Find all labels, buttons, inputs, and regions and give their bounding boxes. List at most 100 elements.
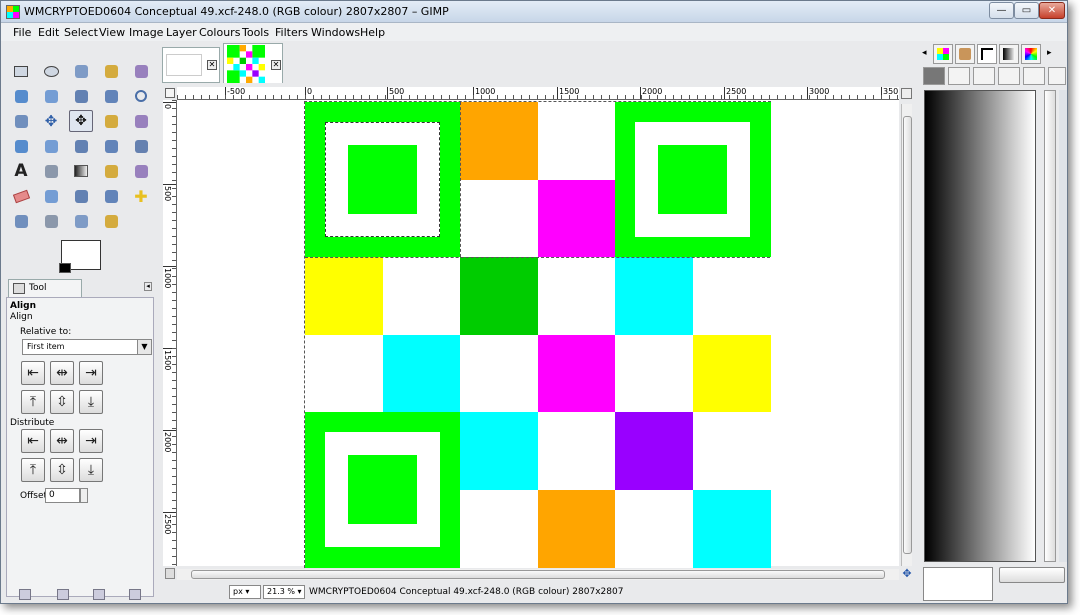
align-top-button[interactable]: ⤒ <box>21 390 45 414</box>
close-tab-icon[interactable]: ✕ <box>271 60 281 70</box>
tool-smudge[interactable] <box>69 210 93 232</box>
tool-rect-select[interactable] <box>9 60 33 82</box>
navigate-icon[interactable]: ✥ <box>901 568 913 580</box>
tab-tool-options[interactable]: Tool Options <box>8 279 82 309</box>
offset-input[interactable]: 0 <box>45 488 80 503</box>
tool-zoom[interactable] <box>129 85 153 107</box>
tool-fuzzy-select[interactable] <box>99 60 123 82</box>
tab-patterns[interactable] <box>933 44 953 64</box>
align-hcenter-button[interactable]: ⇹ <box>50 361 74 385</box>
tab-paths[interactable] <box>973 67 995 85</box>
menu-view[interactable]: View <box>99 26 125 39</box>
tool-foreground-select[interactable] <box>39 85 63 107</box>
tab-palettes[interactable] <box>1021 44 1041 64</box>
horizontal-ruler[interactable]: -500 0 500 1000 1500 2000 2500 3000 350 <box>177 87 899 100</box>
gradient-list-scrollbar[interactable] <box>1044 90 1056 562</box>
align-left-button[interactable]: ⇤ <box>21 361 45 385</box>
distribute-hcenter-button[interactable]: ⇹ <box>50 429 74 453</box>
horizontal-scrollbar[interactable] <box>177 569 899 580</box>
maximize-button[interactable]: ▭ <box>1014 2 1039 19</box>
tab-gradients-active[interactable] <box>977 44 997 64</box>
tab-more[interactable] <box>1048 67 1066 85</box>
distribute-top-button[interactable]: ⤒ <box>21 458 45 482</box>
save-options-icon[interactable] <box>19 589 31 600</box>
tool-perspective[interactable] <box>69 135 93 157</box>
menu-edit[interactable]: Edit <box>38 26 59 39</box>
tool-bucket-fill[interactable] <box>39 160 63 182</box>
tool-ellipse-select[interactable] <box>39 60 63 82</box>
vertical-scroll-thumb[interactable] <box>903 116 912 554</box>
offset-spinner[interactable] <box>80 488 88 503</box>
tab-gradients[interactable] <box>999 44 1019 64</box>
close-tab-icon[interactable]: ✕ <box>207 60 217 70</box>
align-bottom-button[interactable]: ⤓ <box>79 390 103 414</box>
align-vcenter-button[interactable]: ⇳ <box>50 390 74 414</box>
tool-ink[interactable] <box>69 185 93 207</box>
tool-flip[interactable] <box>99 135 123 157</box>
tool-cage[interactable] <box>129 135 153 157</box>
delete-options-icon[interactable] <box>93 589 105 600</box>
distribute-bottom-button[interactable]: ⤓ <box>79 458 103 482</box>
vertical-ruler[interactable]: 0 500 1000 1500 2000 2500 <box>163 100 177 566</box>
zoom-toggle-icon[interactable] <box>901 88 912 99</box>
tool-scale[interactable] <box>9 135 33 157</box>
tool-by-color-select[interactable] <box>129 60 153 82</box>
image-tab-blank[interactable]: ✕ <box>162 47 220 83</box>
menu-image[interactable]: Image <box>129 26 163 39</box>
image-tab-qr[interactable]: ✕ <box>223 43 283 83</box>
vertical-scrollbar[interactable] <box>901 104 912 566</box>
gradient-preview[interactable] <box>924 90 1036 562</box>
image-menu-button[interactable] <box>165 88 175 98</box>
menu-file[interactable]: File <box>13 26 31 39</box>
minimize-button[interactable]: — <box>989 2 1014 19</box>
tab-layers[interactable] <box>923 67 945 85</box>
tool-shear[interactable] <box>39 135 63 157</box>
horizontal-scroll-thumb[interactable] <box>191 570 885 579</box>
tool-airbrush[interactable] <box>39 185 63 207</box>
tool-perspective-clone[interactable] <box>9 210 33 232</box>
menu-select[interactable]: Select <box>64 26 98 39</box>
menu-windows[interactable]: Windows <box>311 26 360 39</box>
tool-rotate[interactable] <box>129 110 153 132</box>
tool-pencil[interactable] <box>99 160 123 182</box>
tool-blur[interactable] <box>39 210 63 232</box>
tool-heal[interactable]: ✚ <box>129 185 153 207</box>
tab-brushes[interactable] <box>955 44 975 64</box>
tool-clone[interactable] <box>99 185 123 207</box>
menu-layer[interactable]: Layer <box>166 26 197 39</box>
selection-marquee[interactable] <box>325 122 440 237</box>
menu-tools[interactable]: Tools <box>242 26 269 39</box>
panel-menu-icon[interactable]: ◂ <box>144 282 152 291</box>
align-right-button[interactable]: ⇥ <box>79 361 103 385</box>
tool-paths[interactable] <box>69 85 93 107</box>
tool-crop[interactable] <box>99 110 123 132</box>
tool-scissors-select[interactable] <box>9 85 33 107</box>
zoom-select[interactable]: 21.3 % ▾ <box>263 585 305 599</box>
qr-image[interactable] <box>304 101 771 568</box>
tool-paintbrush[interactable] <box>129 160 153 182</box>
restore-options-icon[interactable] <box>57 589 69 600</box>
edit-gradient-button[interactable] <box>999 567 1065 583</box>
menu-help[interactable]: Help <box>360 26 385 39</box>
dock-close-icon[interactable]: ▸ <box>1047 48 1052 58</box>
dock-menu-icon[interactable]: ◂ <box>922 48 927 58</box>
tool-color-picker[interactable] <box>99 85 123 107</box>
background-color-swatch[interactable] <box>59 263 71 273</box>
quick-mask-toggle[interactable] <box>165 568 175 579</box>
tab-histogram[interactable] <box>1023 67 1045 85</box>
tab-channels[interactable] <box>948 67 970 85</box>
reset-options-icon[interactable] <box>129 589 141 600</box>
distribute-right-button[interactable]: ⇥ <box>79 429 103 453</box>
unit-select[interactable]: px ▾ <box>229 585 261 599</box>
menu-colours[interactable]: Colours <box>199 26 240 39</box>
close-window-button[interactable]: ✕ <box>1039 2 1065 19</box>
distribute-left-button[interactable]: ⇤ <box>21 429 45 453</box>
tool-move[interactable]: ✥ <box>39 110 63 132</box>
tab-colormap[interactable] <box>998 67 1020 85</box>
tool-measure[interactable] <box>9 110 33 132</box>
tool-dodge-burn[interactable] <box>99 210 123 232</box>
tool-free-select[interactable] <box>69 60 93 82</box>
tool-eraser[interactable] <box>9 185 33 207</box>
tool-text[interactable]: A <box>9 160 33 182</box>
tool-blend[interactable] <box>69 160 93 182</box>
